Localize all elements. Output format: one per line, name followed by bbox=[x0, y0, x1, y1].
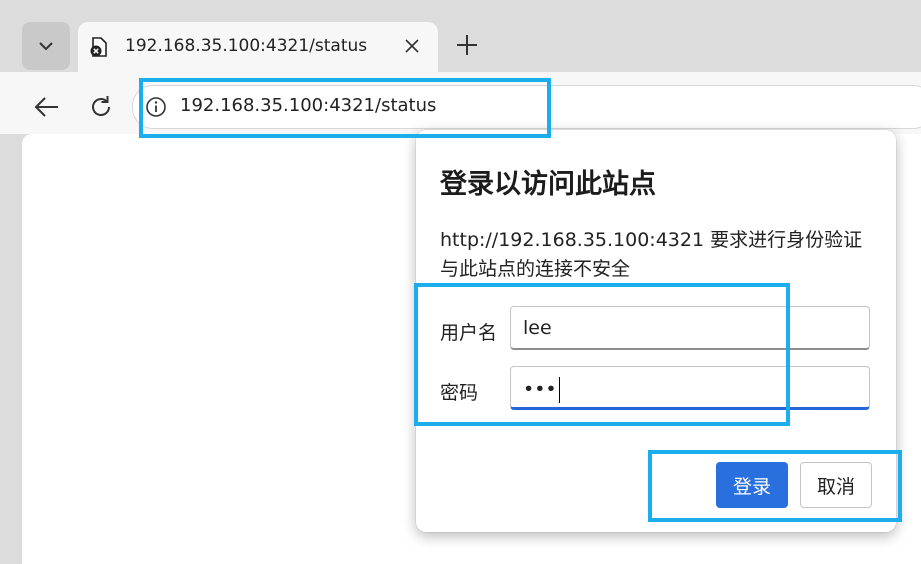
back-arrow-icon[interactable] bbox=[32, 92, 62, 122]
auth-request-text: http://192.168.35.100:4321 要求进行身份验证 bbox=[440, 229, 863, 251]
password-value: ••• bbox=[523, 378, 557, 401]
not-secure-page-icon bbox=[90, 37, 107, 57]
tab-title: 192.168.35.100:4321/status bbox=[125, 36, 368, 56]
browser-toolbar: 192.168.35.100:4321/status bbox=[0, 72, 921, 134]
auth-dialog: 登录以访问此站点 http://192.168.35.100:4321 要求进行… bbox=[416, 130, 896, 532]
tab-active[interactable]: 192.168.35.100:4321/status bbox=[78, 22, 438, 72]
text-caret bbox=[558, 377, 561, 403]
tab-search-button[interactable] bbox=[22, 22, 70, 70]
cancel-button[interactable]: 取消 bbox=[800, 462, 872, 508]
url-text: 192.168.35.100:4321/status bbox=[180, 95, 437, 116]
tab-strip: 192.168.35.100:4321/status bbox=[0, 0, 921, 72]
username-label: 用户名 bbox=[440, 322, 498, 344]
insecure-connection-text: 与此站点的连接不安全 bbox=[440, 258, 631, 280]
chevron-down-icon bbox=[39, 42, 53, 51]
username-value: lee bbox=[523, 317, 552, 339]
address-bar[interactable]: 192.168.35.100:4321/status bbox=[132, 85, 921, 129]
login-button[interactable]: 登录 bbox=[716, 462, 788, 508]
dialog-message: http://192.168.35.100:4321 要求进行身份验证 与此站点… bbox=[440, 226, 880, 284]
close-icon[interactable] bbox=[402, 36, 422, 56]
info-icon[interactable] bbox=[145, 96, 167, 118]
password-label: 密码 bbox=[440, 382, 479, 404]
password-field[interactable]: ••• bbox=[510, 366, 870, 410]
dialog-title: 登录以访问此站点 bbox=[440, 169, 656, 200]
reload-icon[interactable] bbox=[86, 92, 116, 122]
username-field[interactable]: lee bbox=[510, 306, 870, 350]
plus-icon[interactable] bbox=[452, 30, 482, 60]
